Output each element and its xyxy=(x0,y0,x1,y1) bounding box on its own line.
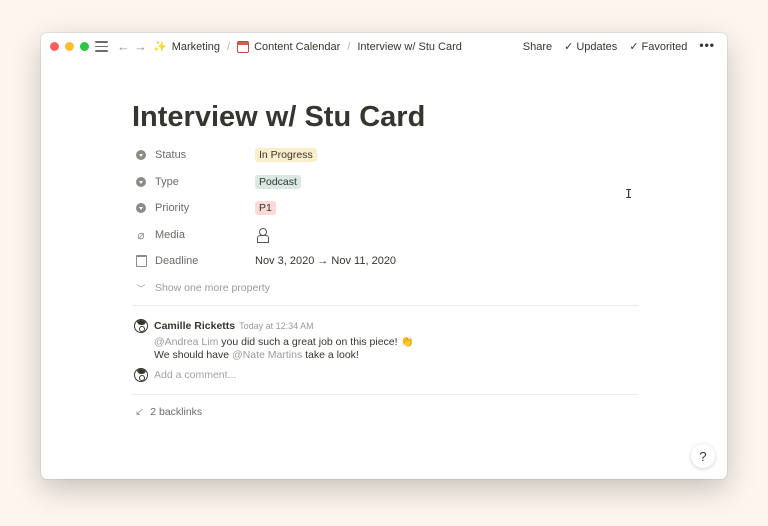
property-deadline[interactable]: Deadline Nov 3, 2020 → Nov 11, 2020 xyxy=(132,251,638,271)
mention-nate-martins[interactable]: @Nate Martins xyxy=(232,349,302,361)
favorited-button[interactable]: ✓ Favorited xyxy=(629,40,688,54)
comment-text: We should have xyxy=(154,349,233,361)
comment-line: @Andrea Lim you did such a great job on … xyxy=(154,335,414,348)
window-controls xyxy=(50,42,89,51)
select-property-icon xyxy=(135,202,147,214)
comment-line: We should have @Nate Martins take a look… xyxy=(154,349,359,361)
comment-thread: Camille Ricketts Today at 12:34 AM @Andre… xyxy=(132,318,638,368)
zoom-window-button[interactable] xyxy=(80,42,89,51)
breadcrumb: ✨ Marketing / Content Calendar / Intervi… xyxy=(153,40,462,53)
calendar-icon xyxy=(237,40,250,53)
help-button[interactable]: ? xyxy=(691,444,715,468)
updates-label: Updates xyxy=(576,40,618,53)
breadcrumb-current-page[interactable]: Interview w/ Stu Card xyxy=(357,41,462,53)
property-media[interactable]: ⌀ Media xyxy=(132,225,638,245)
property-status[interactable]: Status In Progress xyxy=(132,145,638,165)
add-comment-input[interactable]: Add a comment... xyxy=(154,369,236,381)
property-label: Priority xyxy=(155,202,190,214)
property-label: Media xyxy=(155,229,185,241)
forward-arrow-icon[interactable]: → xyxy=(134,39,147,54)
status-badge[interactable]: In Progress xyxy=(255,148,317,162)
breadcrumb-content-calendar[interactable]: Content Calendar xyxy=(254,41,340,53)
property-priority[interactable]: Priority P1 xyxy=(132,198,638,218)
close-window-button[interactable] xyxy=(50,42,59,51)
mention-andrea-lim[interactable]: @Andrea Lim xyxy=(154,336,218,348)
backlinks-button[interactable]: ↙ 2 backlinks xyxy=(135,405,203,419)
sidebar-toggle-icon[interactable] xyxy=(95,41,108,52)
divider xyxy=(132,305,638,306)
share-button[interactable]: Share xyxy=(523,41,552,53)
calendar-property-icon xyxy=(135,255,147,267)
comment-author: Camille Ricketts xyxy=(154,320,236,332)
select-property-icon xyxy=(135,176,147,188)
top-bar: ← → ✨ Marketing / Content Calendar / Int… xyxy=(41,33,727,61)
favorited-label: Favorited xyxy=(641,40,688,53)
show-more-label: Show one more property xyxy=(155,282,270,294)
comment-header: Camille Ricketts Today at 12:34 AM xyxy=(154,320,314,332)
property-label: Status xyxy=(155,149,187,161)
sparkles-icon: ✨ xyxy=(153,41,167,53)
page-title[interactable]: Interview w/ Stu Card xyxy=(132,101,425,134)
breadcrumb-separator: / xyxy=(227,40,231,53)
property-label: Type xyxy=(155,176,179,188)
comment-timestamp: Today at 12:34 AM xyxy=(239,321,314,331)
select-property-icon xyxy=(135,149,147,161)
comment-text: take a look! xyxy=(302,349,359,361)
back-arrow-icon[interactable]: ← xyxy=(117,39,130,54)
avatar xyxy=(134,368,148,382)
property-label: Deadline xyxy=(155,255,199,267)
divider xyxy=(132,394,638,395)
updates-button[interactable]: ✓ Updates xyxy=(564,40,618,54)
check-icon: ✓ xyxy=(629,41,639,53)
app-window: ← → ✨ Marketing / Content Calendar / Int… xyxy=(41,33,727,479)
backlinks-label: 2 backlinks xyxy=(150,405,203,418)
topbar-actions: Share ✓ Updates ✓ Favorited ••• xyxy=(523,38,715,54)
type-badge[interactable]: Podcast xyxy=(255,175,301,189)
breadcrumb-separator: / xyxy=(347,40,351,53)
minimize-window-button[interactable] xyxy=(65,42,74,51)
deadline-value[interactable]: Nov 3, 2020 → Nov 11, 2020 xyxy=(255,255,396,267)
check-icon: ✓ xyxy=(564,41,574,53)
text-cursor-icon: I xyxy=(625,187,633,201)
property-type[interactable]: Type Podcast xyxy=(132,172,638,192)
avatar xyxy=(134,319,148,333)
comment-text: you did such a great job on this piece! … xyxy=(218,336,414,348)
more-options-icon[interactable]: ••• xyxy=(699,38,715,52)
breadcrumb-marketing[interactable]: Marketing xyxy=(172,41,220,53)
priority-badge[interactable]: P1 xyxy=(255,201,276,215)
paperclip-icon: ⌀ xyxy=(137,228,145,242)
chevron-down-icon: ﹀ xyxy=(136,283,146,294)
media-thumbnail-icon[interactable] xyxy=(255,228,269,243)
show-more-properties[interactable]: ﹀ Show one more property xyxy=(132,278,638,298)
arrow-down-left-icon: ↙ xyxy=(135,406,145,418)
